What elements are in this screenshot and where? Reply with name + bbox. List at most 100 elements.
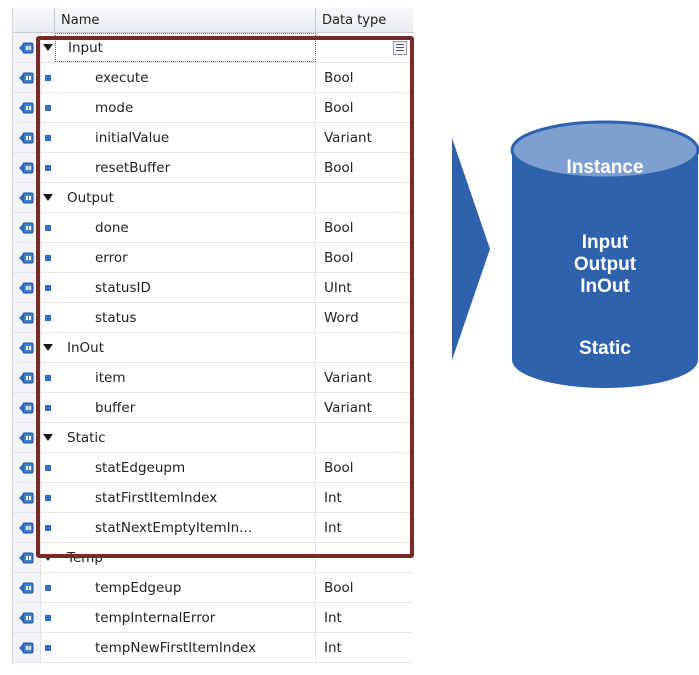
table-row[interactable]: status Word xyxy=(13,303,413,333)
list-dropdown-icon[interactable] xyxy=(393,40,407,55)
section-name[interactable]: InOut xyxy=(55,333,316,362)
data-type-cell[interactable]: Word xyxy=(316,303,413,332)
data-type-cell[interactable]: Bool xyxy=(316,93,413,122)
table-row[interactable]: mode Bool xyxy=(13,93,413,123)
interface-pin-icon xyxy=(19,492,34,504)
row-icon-cell xyxy=(13,423,41,452)
square-bullet-icon xyxy=(45,644,51,651)
table-row[interactable]: tempNewFirstItemIndex Int xyxy=(13,633,413,663)
data-type-cell[interactable]: Int xyxy=(316,603,413,632)
interface-pin-icon xyxy=(19,522,34,534)
data-type-cell[interactable]: Bool xyxy=(316,153,413,182)
expand-toggle[interactable] xyxy=(41,543,55,572)
variable-marker xyxy=(41,483,55,512)
section-row[interactable]: Static xyxy=(13,423,413,453)
table-row[interactable]: tempEdgeup Bool xyxy=(13,573,413,603)
row-icon-cell xyxy=(13,93,41,122)
table-row[interactable]: statFirstItemIndex Int xyxy=(13,483,413,513)
variable-name[interactable]: error xyxy=(55,243,316,272)
section-row[interactable]: Output xyxy=(13,183,413,213)
data-type-text: Variant xyxy=(324,129,372,146)
table-row[interactable]: execute Bool xyxy=(13,63,413,93)
data-type-cell[interactable] xyxy=(316,543,413,572)
data-type-cell[interactable]: UInt xyxy=(316,273,413,302)
variable-name[interactable]: buffer xyxy=(55,393,316,422)
variable-marker xyxy=(41,513,55,542)
section-row[interactable]: Temp xyxy=(13,543,413,573)
data-type-cell[interactable]: Variant xyxy=(316,363,413,392)
variable-name[interactable]: item xyxy=(55,363,316,392)
interface-table: Name Data type Input execute Bool mode Bool i… xyxy=(12,8,413,663)
variable-name[interactable]: done xyxy=(55,213,316,242)
variable-name[interactable]: mode xyxy=(55,93,316,122)
data-type-cell[interactable]: Bool xyxy=(316,213,413,242)
section-name[interactable]: Temp xyxy=(55,543,316,572)
variable-name[interactable]: initialValue xyxy=(55,123,316,152)
table-row[interactable]: tempInternalError Int xyxy=(13,603,413,633)
data-type-text: Int xyxy=(324,489,342,506)
table-row[interactable]: statusID UInt xyxy=(13,273,413,303)
table-row[interactable]: buffer Variant xyxy=(13,393,413,423)
cylinder-line-input: Input xyxy=(581,232,629,253)
name-text: error xyxy=(95,249,128,266)
data-type-cell[interactable] xyxy=(316,33,413,62)
square-bullet-icon xyxy=(45,104,51,111)
section-name[interactable]: Static xyxy=(55,423,316,452)
row-icon-cell xyxy=(13,273,41,302)
variable-marker xyxy=(41,93,55,122)
data-type-cell[interactable]: Int xyxy=(316,633,413,662)
section-name[interactable]: Output xyxy=(55,183,316,212)
expand-toggle[interactable] xyxy=(41,183,55,212)
variable-name[interactable]: tempInternalError xyxy=(55,603,316,632)
data-type-cell[interactable] xyxy=(316,423,413,452)
data-type-text: Bool xyxy=(324,159,354,176)
section-row[interactable]: Input xyxy=(13,33,413,63)
data-type-text: Bool xyxy=(324,459,354,476)
data-type-cell[interactable] xyxy=(316,183,413,212)
variable-name[interactable]: statEdgeupm xyxy=(55,453,316,482)
interface-pin-icon xyxy=(19,342,34,354)
data-type-cell[interactable] xyxy=(316,333,413,362)
data-type-cell[interactable]: Int xyxy=(316,483,413,512)
header-data-type[interactable]: Data type xyxy=(316,8,413,32)
variable-name[interactable]: statusID xyxy=(55,273,316,302)
variable-marker xyxy=(41,303,55,332)
expand-toggle[interactable] xyxy=(41,33,55,62)
square-bullet-icon xyxy=(45,254,51,261)
variable-name[interactable]: tempNewFirstItemIndex xyxy=(55,633,316,662)
table-row[interactable]: done Bool xyxy=(13,213,413,243)
data-type-cell[interactable]: Bool xyxy=(316,573,413,602)
data-type-cell[interactable]: Bool xyxy=(316,63,413,92)
data-type-cell[interactable]: Bool xyxy=(316,243,413,272)
interface-pin-icon xyxy=(19,312,34,324)
data-type-cell[interactable]: Variant xyxy=(316,393,413,422)
variable-name[interactable]: statNextEmptyItemIn... xyxy=(55,513,316,542)
data-type-cell[interactable]: Variant xyxy=(316,123,413,152)
section-row[interactable]: InOut xyxy=(13,333,413,363)
interface-pin-icon xyxy=(19,552,34,564)
table-row[interactable]: item Variant xyxy=(13,363,413,393)
expand-toggle[interactable] xyxy=(41,333,55,362)
square-bullet-icon xyxy=(45,524,51,531)
data-type-cell[interactable]: Int xyxy=(316,513,413,542)
expand-toggle[interactable] xyxy=(41,423,55,452)
header-name[interactable]: Name xyxy=(55,8,316,32)
name-text: Static xyxy=(67,429,106,446)
section-name[interactable]: Input xyxy=(55,33,316,62)
interface-pin-icon xyxy=(19,102,34,114)
variable-name[interactable]: status xyxy=(55,303,316,332)
table-row[interactable]: statEdgeupm Bool xyxy=(13,453,413,483)
name-text: Output xyxy=(67,189,114,206)
table-row[interactable]: error Bool xyxy=(13,243,413,273)
table-row[interactable]: statNextEmptyItemIn... Int xyxy=(13,513,413,543)
variable-name[interactable]: execute xyxy=(55,63,316,92)
variable-name[interactable]: tempEdgeup xyxy=(55,573,316,602)
variable-name[interactable]: resetBuffer xyxy=(55,153,316,182)
data-type-text: Bool xyxy=(324,249,354,266)
data-type-cell[interactable]: Bool xyxy=(316,453,413,482)
row-icon-cell xyxy=(13,213,41,242)
row-icon-cell xyxy=(13,243,41,272)
table-row[interactable]: resetBuffer Bool xyxy=(13,153,413,183)
variable-name[interactable]: statFirstItemIndex xyxy=(55,483,316,512)
table-row[interactable]: initialValue Variant xyxy=(13,123,413,153)
